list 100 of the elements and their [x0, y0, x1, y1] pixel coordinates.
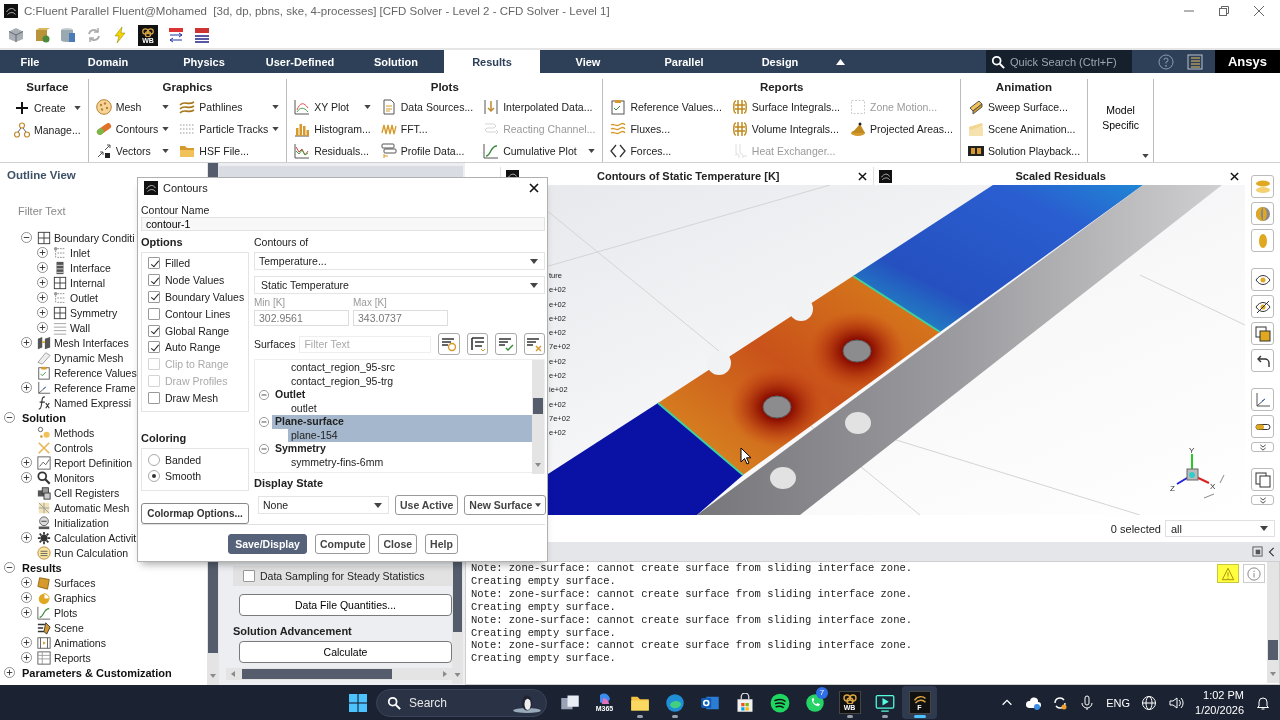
model-specific-button[interactable]: Model Specific — [1088, 79, 1155, 162]
use-active-button[interactable]: Use Active — [395, 495, 459, 515]
ribbon-button[interactable]: Mesh — [93, 96, 172, 118]
tree-item[interactable]: Reference Frame — [54, 381, 136, 394]
tree-item[interactable]: Interface — [70, 261, 111, 274]
tree-item[interactable]: Reference Values — [54, 366, 137, 379]
warning-button[interactable] — [1217, 564, 1239, 583]
tree-item[interactable]: Dynamic Mesh — [54, 351, 124, 364]
tree-item[interactable]: Run Calculation — [54, 546, 129, 559]
ribbon-button[interactable]: Create — [12, 97, 83, 119]
checkbox[interactable] — [148, 291, 160, 303]
plus-circle-icon[interactable] — [21, 337, 32, 348]
close-icon[interactable] — [857, 171, 867, 181]
ribbon-button[interactable]: Sweep Surface... — [965, 96, 1083, 118]
checkbox[interactable] — [148, 324, 160, 337]
ribbon-button[interactable]: FFT... — [378, 118, 476, 140]
number-field[interactable]: 343.0737 — [353, 310, 448, 326]
ribbon-tab[interactable]: View — [540, 50, 636, 73]
help-icon[interactable] — [1158, 53, 1174, 70]
list-item[interactable]: symmetry-fins-6mm — [288, 455, 532, 469]
ribbon-button[interactable]: Histogram... — [292, 118, 373, 140]
ribbon-button[interactable]: Forces... — [608, 140, 724, 162]
tree-item[interactable]: Animations — [54, 636, 106, 649]
tree-item[interactable]: Reports — [54, 651, 91, 664]
close-icon[interactable] — [1230, 171, 1239, 181]
tree-item[interactable]: Internal — [70, 276, 106, 289]
ribbon-button[interactable]: Vectors — [93, 140, 172, 162]
clock-time[interactable]: 1:02 PM — [1203, 687, 1244, 703]
clock-date[interactable]: 1/20/2026 — [1195, 702, 1244, 718]
speaker-icon[interactable] — [1168, 694, 1185, 711]
ribbon-button[interactable]: HSF File... — [177, 140, 282, 162]
tree-item[interactable]: Report Definition — [54, 456, 133, 469]
ribbon-tab[interactable]: Results — [444, 50, 540, 73]
ribbon-button[interactable]: Residuals... — [292, 140, 373, 162]
tree-item[interactable]: Calculation Activit — [54, 531, 137, 544]
tree-section[interactable]: Solution — [22, 411, 66, 424]
ribbon-button[interactable]: XY Plot — [292, 96, 373, 118]
filter-field[interactable]: Filter Text — [299, 335, 432, 353]
tree-item[interactable]: Plots — [54, 606, 78, 619]
checkbox[interactable] — [148, 341, 160, 354]
dropdown[interactable]: Static Temperature — [254, 276, 545, 294]
box-badge-icon[interactable] — [34, 27, 50, 43]
stripes-icon[interactable] — [194, 27, 210, 43]
minus-circle-icon[interactable] — [4, 412, 15, 423]
tree-item[interactable]: Symmetry — [70, 306, 118, 319]
taskbar-button[interactable]: 7 — [797, 686, 832, 719]
window-tab[interactable]: Contours of Static Temperature [K] — [524, 170, 853, 182]
search-field[interactable]: Quick Search (Ctrl+F) — [986, 50, 1132, 73]
ribbon-button[interactable]: Volume Integrals... — [729, 118, 842, 140]
toolbar-button[interactable] — [1251, 349, 1274, 372]
ribbon-tab[interactable]: Design — [732, 50, 828, 73]
ribbon-button[interactable]: Reference Values... — [608, 96, 724, 118]
tree-item[interactable]: Named Expressi — [54, 396, 132, 409]
tree-item[interactable]: Methods — [54, 426, 95, 439]
checkbox[interactable] — [148, 274, 160, 287]
ribbon-tab[interactable]: Domain — [60, 50, 156, 73]
ribbon-button[interactable]: Cumulative Plot — [481, 140, 598, 162]
dropdown[interactable]: all — [1165, 520, 1275, 537]
calculate-button[interactable]: Calculate — [239, 641, 452, 663]
microphone-icon[interactable] — [1079, 694, 1096, 711]
cylinder-icon[interactable] — [60, 27, 76, 43]
dialog-button[interactable]: Help — [425, 533, 458, 554]
plus-circle-icon[interactable] — [37, 322, 48, 333]
list-box[interactable]: contact_region_95-src contact_region_95-trg Outlet outlet Plane-surface plane-154 Symmetry symmetry-fins-6mm — [254, 359, 545, 473]
list-item[interactable]: Plane-surface — [272, 415, 532, 429]
dialog-button[interactable]: Close — [378, 533, 418, 554]
list-icon[interactable] — [1187, 53, 1203, 70]
plus-circle-icon[interactable] — [37, 262, 48, 273]
chevron-left-icon[interactable] — [1267, 546, 1277, 557]
bell-icon[interactable] — [1255, 694, 1271, 711]
window-icon[interactable] — [1252, 546, 1263, 557]
toolbar-button[interactable] — [466, 333, 489, 355]
toolbar-button[interactable] — [1251, 295, 1274, 318]
dropdown[interactable]: Temperature... — [254, 252, 545, 270]
toolbar-button[interactable] — [1251, 415, 1274, 438]
toolbar-button[interactable] — [1251, 268, 1274, 291]
plus-circle-icon[interactable] — [37, 307, 48, 318]
vertical-scrollbar[interactable] — [1267, 562, 1279, 683]
plus-circle-icon[interactable] — [21, 382, 32, 393]
plus-circle-icon[interactable] — [21, 592, 32, 603]
tree-item[interactable]: Graphics — [54, 591, 96, 604]
list-item[interactable]: contact_region_95-src — [288, 361, 532, 375]
minus-circle-icon[interactable] — [4, 562, 15, 573]
tree-item[interactable]: Monitors — [54, 471, 95, 484]
ribbon-button[interactable]: Manage... — [12, 119, 83, 141]
tree-section[interactable]: Results — [22, 561, 62, 574]
list-item[interactable]: Symmetry — [272, 442, 532, 456]
window-tab[interactable]: Scaled Residuals — [896, 170, 1225, 182]
ribbon-button[interactable]: Surface Integrals... — [729, 96, 842, 118]
plus-circle-icon[interactable] — [4, 667, 15, 678]
ribbon-button[interactable]: Projected Areas... — [848, 118, 955, 140]
dropdown[interactable]: None — [258, 496, 389, 514]
tree-item[interactable]: Automatic Mesh — [54, 501, 130, 514]
tree-item[interactable]: Boundary Conditi — [54, 231, 135, 244]
tree-item[interactable]: Initialization — [54, 516, 109, 529]
toolbar-button[interactable] — [438, 333, 460, 355]
plus-circle-icon[interactable] — [21, 637, 32, 648]
number-field[interactable]: 302.9561 — [254, 310, 349, 326]
ribbon-button[interactable]: Scene Animation... — [965, 118, 1083, 140]
tree-item[interactable]: Inlet — [70, 246, 90, 259]
